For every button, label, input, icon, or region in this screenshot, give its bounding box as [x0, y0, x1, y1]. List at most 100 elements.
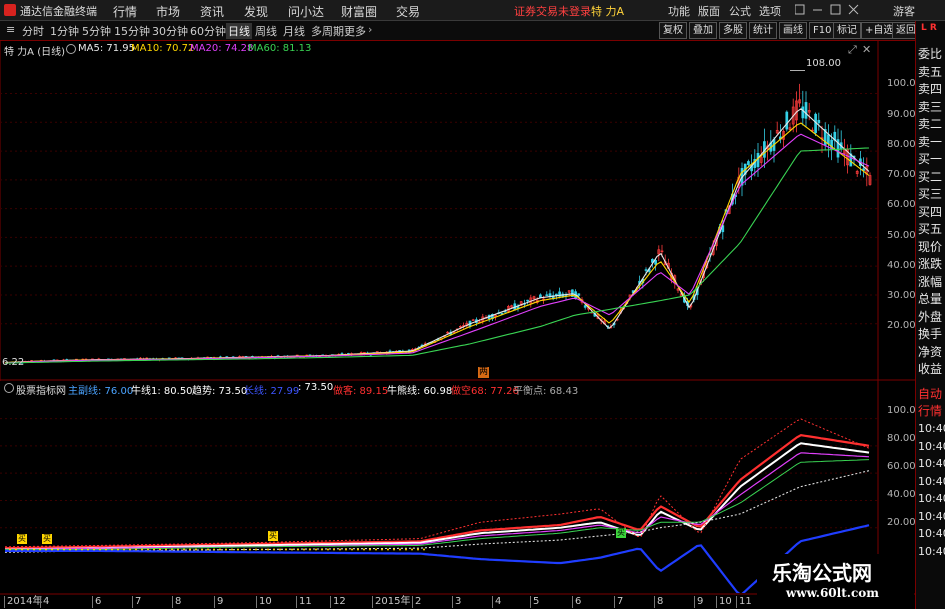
- close-panel-icon[interactable]: ✕: [862, 43, 871, 56]
- menu-discover[interactable]: 发现: [244, 3, 268, 20]
- buy-mark[interactable]: 买: [268, 531, 278, 541]
- ind-dot: [117, 548, 119, 551]
- mark-button[interactable]: 标记: [833, 22, 861, 39]
- ind-dot: [45, 548, 47, 551]
- time-tick: 9: [694, 596, 703, 608]
- ind-dot: [21, 548, 23, 551]
- period-1min[interactable]: 1分钟: [50, 23, 79, 39]
- ind-dot: [423, 548, 425, 551]
- stock-period-label: 特 力A (日线): [4, 47, 66, 58]
- ind-long-position: 做客: 89.15: [333, 386, 389, 397]
- menu-ask-xiaoda[interactable]: 问小达: [288, 3, 324, 20]
- window-controls: [795, 4, 859, 15]
- indicator-chart[interactable]: [0, 395, 878, 593]
- price-tick: 50.00: [887, 230, 916, 241]
- candle-body: [583, 305, 587, 308]
- sidebar-item: 涨跌: [918, 257, 943, 271]
- chevron-right-icon[interactable]: ›: [368, 23, 372, 36]
- period-monthly[interactable]: 月线: [283, 23, 305, 39]
- buy-mark[interactable]: 买: [17, 534, 27, 544]
- menu-toggle-icon[interactable]: ≡: [6, 23, 15, 36]
- ind-dot: [69, 548, 71, 551]
- maximize-icon[interactable]: [830, 4, 841, 15]
- period-30min[interactable]: 30分钟: [152, 23, 188, 39]
- candle-body: [827, 134, 830, 145]
- price-chart[interactable]: [0, 41, 878, 378]
- ind-dot: [51, 548, 53, 551]
- trade-login-status[interactable]: 证券交易未登录: [514, 3, 591, 19]
- adjust-button[interactable]: 复权: [659, 22, 687, 39]
- period-intraday[interactable]: 分时: [22, 23, 44, 39]
- ma10-label: MA10: 70.72: [131, 43, 195, 54]
- candle-body: [471, 319, 475, 321]
- ind-dot: [225, 548, 227, 551]
- ind-dot: [159, 548, 161, 551]
- menu-news[interactable]: 资讯: [200, 3, 224, 20]
- candle-body: [804, 102, 808, 119]
- ind-dot: [399, 548, 401, 551]
- ind-dot: [417, 548, 419, 551]
- menu-options[interactable]: 选项: [759, 3, 781, 19]
- indicator-name[interactable]: 股票指标网: [16, 382, 66, 397]
- expand-icon[interactable]: ⤢: [848, 43, 857, 57]
- sidebar-tabs[interactable]: L R: [921, 23, 937, 33]
- menu-formula[interactable]: 公式: [729, 3, 751, 19]
- period-multi[interactable]: 多周期: [311, 23, 344, 39]
- period-15min[interactable]: 15分钟: [114, 23, 150, 39]
- ind-dot: [333, 548, 335, 551]
- sidebar-item: 卖五: [918, 64, 943, 79]
- ind-dot: [369, 548, 371, 551]
- event-marker[interactable]: 两: [478, 367, 489, 378]
- period-weekly[interactable]: 周线: [255, 23, 277, 39]
- menu-trade[interactable]: 交易: [396, 3, 420, 20]
- overlay-button[interactable]: 叠加: [689, 22, 717, 39]
- ind-long-line: 长线: 27.99: [244, 386, 300, 397]
- period-60min[interactable]: 60分钟: [190, 23, 226, 39]
- settings-icon[interactable]: [66, 44, 76, 54]
- skin-icon[interactable]: [795, 4, 805, 15]
- sidebar-time: 10:40: [918, 474, 945, 488]
- ind-dot: [63, 548, 65, 551]
- menu-market[interactable]: 市场: [156, 3, 180, 20]
- f10-button[interactable]: F10: [809, 22, 836, 39]
- ma20-label: MA20: 74.28: [190, 43, 254, 54]
- buy-mark[interactable]: 买: [616, 528, 626, 538]
- statistics-button[interactable]: 统计: [749, 22, 777, 39]
- time-tick: 11: [736, 596, 752, 608]
- period-5min[interactable]: 5分钟: [82, 23, 111, 39]
- sidebar-item: 净资: [918, 344, 943, 359]
- close-icon[interactable]: [848, 4, 859, 15]
- ind-dot: [249, 548, 251, 551]
- ind-value: : 73.50: [298, 382, 334, 393]
- price-tick: 100.0: [887, 78, 916, 89]
- ind-blue-line: [5, 524, 870, 593]
- guest-user[interactable]: 游客: [893, 3, 915, 19]
- ind-dot: [123, 548, 125, 551]
- sidebar-auto[interactable]: 自动: [918, 386, 942, 402]
- sidebar-item: 买五: [918, 222, 943, 236]
- sidebar-quote[interactable]: 行情: [918, 403, 942, 419]
- draw-line-button[interactable]: 画线: [779, 22, 807, 39]
- ind-dot: [363, 548, 365, 551]
- menu-layout[interactable]: 版面: [698, 3, 720, 19]
- ind-dot: [261, 548, 263, 551]
- ind-dot: [381, 548, 383, 551]
- price-tick: 20.00: [887, 320, 916, 331]
- ind-dot: [237, 548, 239, 551]
- buy-mark[interactable]: 买: [42, 534, 52, 544]
- period-daily[interactable]: 日线: [226, 23, 252, 39]
- ind-dot: [195, 548, 197, 551]
- time-tick: 8: [654, 596, 663, 608]
- menu-function[interactable]: 功能: [668, 3, 690, 19]
- menu-wealth-circle[interactable]: 财富圈: [341, 3, 377, 20]
- period-more[interactable]: 更多: [344, 23, 366, 39]
- menu-quotes[interactable]: 行情: [113, 3, 137, 20]
- ind-dot: [339, 548, 341, 551]
- ind-trend: 趋势: 73.50: [192, 386, 248, 397]
- ind-dot: [189, 548, 191, 551]
- multi-stock-button[interactable]: 多股: [719, 22, 747, 39]
- indicator-settings-icon[interactable]: [4, 383, 14, 393]
- time-tick: 10: [256, 596, 272, 608]
- ind-bull1: 牛线1: 80.50: [131, 386, 193, 397]
- ind-dot: [171, 548, 173, 551]
